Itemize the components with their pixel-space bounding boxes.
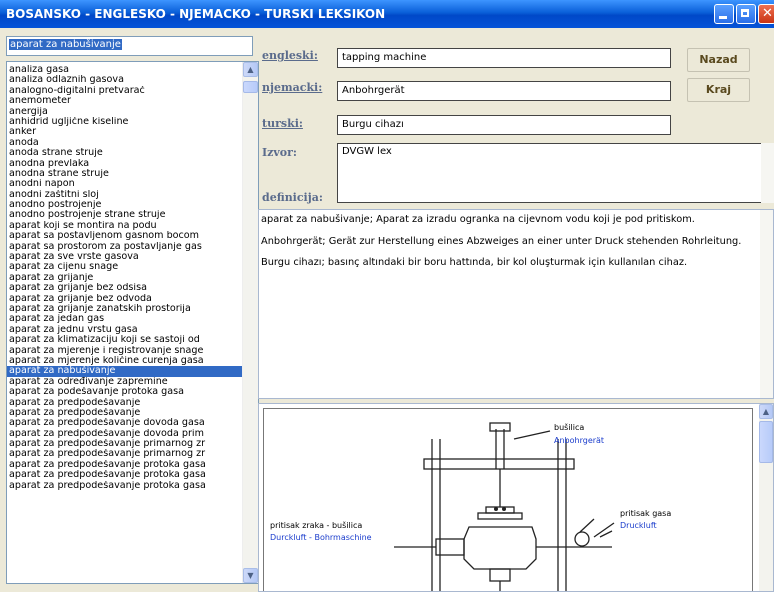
scroll-up-icon[interactable]: ▲	[243, 62, 258, 77]
term-list-items: analiza gasa analiza odlaznih gasova analo…	[7, 62, 245, 491]
term-list-item[interactable]: aparat za grijanje zanatskih prostorija	[7, 304, 245, 314]
term-list-item[interactable]: aparat za predpodešavanje dovoda prim	[7, 429, 245, 439]
term-list-item[interactable]: aparat za predpodešavanje protoka gasa	[7, 460, 245, 470]
term-list-item[interactable]: anergija	[7, 107, 245, 117]
term-list[interactable]: analiza gasa analiza odlaznih gasova analo…	[6, 61, 259, 584]
illustration-scroll-up-icon[interactable]: ▲	[759, 404, 773, 419]
term-list-item[interactable]: aparat za jednu vrstu gasa	[7, 325, 245, 335]
term-list-item[interactable]: anoda	[7, 138, 245, 148]
definition-bs: aparat za nabušivanje; Aparat za izradu …	[261, 214, 695, 225]
term-list-item[interactable]: aparat za predpodešavanje primarnog zr	[7, 449, 245, 459]
top-label-de: Anbohrgerät	[554, 436, 605, 445]
title-bar[interactable]: BOSANSKO - ENGLESKO - NJEMACKO - TURSKI …	[0, 0, 774, 28]
left-label-de: Durckluft - Bohrmaschine	[270, 533, 372, 542]
term-list-item[interactable]: aparat za predpodešavanje protoka gasa	[7, 481, 245, 491]
term-list-item[interactable]: aparat za podešavanje protoka gasa	[7, 387, 245, 397]
term-list-scrollbar[interactable]: ▲ ▼	[242, 62, 258, 583]
term-list-item[interactable]: anodni zaštitni sloj	[7, 190, 245, 200]
term-list-item[interactable]: aparat koji se montira na podu	[7, 221, 245, 231]
izvor-scrollbar[interactable]	[761, 143, 774, 203]
minimize-button[interactable]	[714, 4, 734, 24]
window-title: BOSANSKO - ENGLESKO - NJEMACKO - TURSKI …	[6, 7, 386, 21]
term-list-item[interactable]: anhidrid ugljične kiseline	[7, 117, 245, 127]
term-list-item[interactable]: anodni napon	[7, 179, 245, 189]
definition-tr: Burgu cihazı; basınç altındaki bir boru …	[261, 257, 688, 268]
term-list-item[interactable]: analiza gasa	[7, 65, 245, 75]
definition-area[interactable]: aparat za nabušivanje; Aparat za izradu …	[258, 209, 774, 399]
scroll-thumb[interactable]	[243, 81, 258, 93]
term-list-item[interactable]: aparat za grijanje bez odvoda	[7, 294, 245, 304]
engleski-label: engleski:	[262, 49, 318, 62]
turski-field[interactable]: Burgu cihazı	[337, 115, 671, 135]
term-list-item[interactable]: aparat za predpodešavanje primarnog zr	[7, 439, 245, 449]
close-icon: ✕	[762, 6, 773, 21]
term-list-item[interactable]: aparat za cijenu snage	[7, 262, 245, 272]
izvor-label: Izvor:	[262, 146, 297, 159]
right-label: pritisak gasa	[620, 509, 672, 518]
term-list-item[interactable]: aparat za grijanje bez odsisa	[7, 283, 245, 293]
term-list-item[interactable]: anker	[7, 127, 245, 137]
maximize-icon	[741, 9, 749, 17]
term-list-item[interactable]: anodna prevlaka	[7, 159, 245, 169]
term-list-item[interactable]: anemometer	[7, 96, 245, 106]
term-list-item[interactable]: aparat za predpodešavanje protoka gasa	[7, 470, 245, 480]
term-list-item[interactable]: aparat za jedan gas	[7, 314, 245, 324]
scroll-down-icon[interactable]: ▼	[243, 568, 258, 583]
top-label: bušilica	[554, 423, 585, 432]
tapping-machine-drawing	[394, 422, 615, 591]
illustration-scroll-thumb[interactable]	[759, 421, 773, 463]
term-list-item[interactable]: aparat sa postavljenom gasnom bocom	[7, 231, 245, 241]
term-list-item[interactable]: aparat za predpodešavanje	[7, 408, 245, 418]
engleski-field[interactable]: tapping machine	[337, 48, 671, 68]
maximize-button[interactable]	[736, 4, 756, 24]
term-list-item[interactable]: aparat za mjerenje količine curenja gasa	[7, 356, 245, 366]
search-input[interactable]: aparat za nabušivanje	[6, 36, 253, 56]
term-list-item[interactable]: aparat za predpodešavanje dovoda gasa	[7, 418, 245, 428]
term-list-item[interactable]: anoda strane struje	[7, 148, 245, 158]
definition-de: Anbohrgerät; Gerät zur Herstellung eines…	[261, 235, 742, 247]
term-list-item[interactable]: aparat za mjerenje i registrovanje snage	[7, 346, 245, 356]
njemacki-label: njemacki:	[262, 81, 323, 94]
illustration-scrollbar[interactable]: ▲	[759, 404, 773, 591]
close-button[interactable]: ✕	[758, 4, 774, 24]
term-list-item[interactable]: aparat za grijanje	[7, 273, 245, 283]
izvor-field[interactable]: DVGW lex	[337, 143, 762, 203]
term-list-item[interactable]: aparat za nabušivanje	[7, 366, 245, 377]
term-list-item[interactable]: aparat za određivanje zapremine	[7, 377, 245, 387]
search-value: aparat za nabušivanje	[9, 39, 122, 50]
term-list-item[interactable]: analogno-digitalni pretvarač	[7, 86, 245, 96]
term-list-item[interactable]: analiza odlaznih gasova	[7, 75, 245, 85]
term-list-item[interactable]: anodno postrojenje	[7, 200, 245, 210]
end-button[interactable]: Kraj	[687, 78, 750, 102]
njemacki-field[interactable]: Anbohrgerät	[337, 81, 671, 101]
term-list-item[interactable]: anodno postrojenje strane struje	[7, 210, 245, 220]
term-list-item[interactable]: aparat za sve vrste gasova	[7, 252, 245, 262]
term-list-item[interactable]: aparat za predpodešavanje	[7, 398, 245, 408]
turski-label: turski:	[262, 117, 303, 130]
illustration-panel: bušilica Anbohrgerät pritisak gasa Druck…	[258, 403, 774, 592]
term-list-item[interactable]: aparat za klimatizaciju koji se sastoji …	[7, 335, 245, 345]
term-list-item[interactable]: aparat sa prostorom za postavljanje gas	[7, 242, 245, 252]
minimize-icon	[719, 16, 727, 19]
term-list-item[interactable]: anodna strane struje	[7, 169, 245, 179]
right-label-de: Druckluft	[620, 521, 657, 530]
left-label: pritisak zraka - bušilica	[270, 521, 363, 530]
definicija-label: definicija:	[262, 191, 323, 204]
illustration: bušilica Anbohrgerät pritisak gasa Druck…	[263, 408, 753, 591]
definition-scrollbar[interactable]	[760, 210, 773, 398]
back-button[interactable]: Nazad	[687, 48, 750, 72]
